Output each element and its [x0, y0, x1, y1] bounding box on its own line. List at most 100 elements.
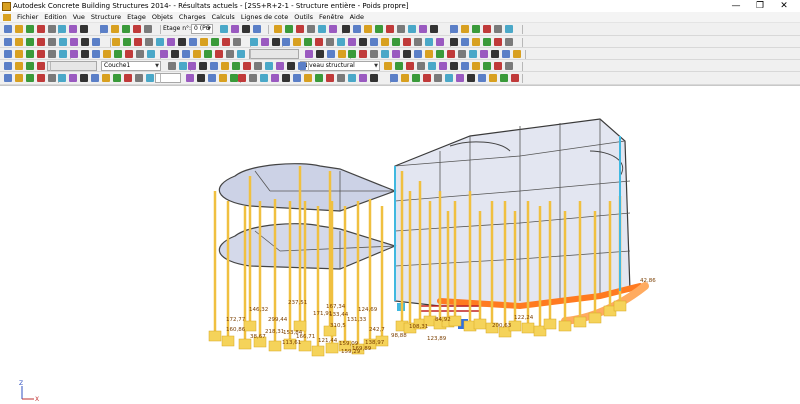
toolbar-tool-icon[interactable] — [112, 38, 120, 46]
toolbar-tool-icon[interactable] — [80, 74, 88, 82]
toolbar-tool-icon[interactable] — [316, 50, 324, 58]
toolbar-tool-icon[interactable] — [461, 38, 469, 46]
toolbar-tool-icon[interactable] — [37, 62, 45, 70]
toolbar-tool-icon[interactable] — [249, 74, 257, 82]
toolbar-tool-icon[interactable] — [271, 74, 279, 82]
toolbar-tool-icon[interactable] — [505, 62, 513, 70]
toolbar-tool-icon[interactable] — [215, 50, 223, 58]
toolbar-tool-icon[interactable] — [408, 25, 416, 33]
toolbar-tool-icon[interactable] — [502, 50, 510, 58]
toolbar-tool-icon[interactable] — [111, 25, 119, 33]
menu-calculs[interactable]: Calculs — [209, 13, 238, 21]
toolbar-tool-icon[interactable] — [315, 38, 323, 46]
toolbar-tool-icon[interactable] — [242, 25, 250, 33]
toolbar-tool-icon[interactable] — [186, 74, 194, 82]
level-selector[interactable]: Niveau structural ▼ — [300, 61, 380, 71]
toolbar-tool-icon[interactable] — [102, 74, 110, 82]
toolbar-tool-icon[interactable] — [160, 50, 168, 58]
toolbar-tool-icon[interactable] — [254, 62, 262, 70]
toolbar-tool-icon[interactable] — [370, 50, 378, 58]
toolbar-tool-icon[interactable] — [145, 38, 153, 46]
toolbar-tool-icon[interactable] — [425, 38, 433, 46]
toolbar-tool-icon[interactable] — [48, 50, 56, 58]
toolbar-tool-icon[interactable] — [136, 50, 144, 58]
toolbar-tool-icon[interactable] — [135, 74, 143, 82]
toolbar-tool-icon[interactable] — [69, 25, 77, 33]
toolbar-tool-icon[interactable] — [469, 50, 477, 58]
toolbar-tool-icon[interactable] — [304, 38, 312, 46]
toolbar-tool-icon[interactable] — [397, 25, 405, 33]
toolbar-tool-icon[interactable] — [414, 38, 422, 46]
footing[interactable] — [558, 320, 572, 332]
toolbar-tool-icon[interactable] — [48, 74, 56, 82]
toolbar-tool-icon[interactable] — [489, 74, 497, 82]
toolbar-tool-icon[interactable] — [37, 25, 45, 33]
toolbar-tool-icon[interactable] — [167, 38, 175, 46]
toolbar-tool-icon[interactable] — [232, 62, 240, 70]
toolbar-tool-icon[interactable] — [483, 25, 491, 33]
toolbar-tool-icon[interactable] — [238, 74, 246, 82]
toolbar-tool-icon[interactable] — [386, 25, 394, 33]
toolbar-tool-icon[interactable] — [326, 74, 334, 82]
menu-outils[interactable]: Outils — [291, 13, 316, 21]
toolbar-tool-icon[interactable] — [384, 62, 392, 70]
toolbar-tool-icon[interactable] — [293, 38, 301, 46]
toolbar-tool-icon[interactable] — [450, 25, 458, 33]
toolbar-tool-icon[interactable] — [327, 50, 335, 58]
footing[interactable] — [613, 300, 627, 312]
toolbar-tool-icon[interactable] — [189, 38, 197, 46]
toolbar-tool-icon[interactable] — [447, 50, 455, 58]
toolbar-tool-icon[interactable] — [513, 50, 521, 58]
toolbar-tool-icon[interactable] — [456, 74, 464, 82]
toolbar-tool-icon[interactable] — [124, 74, 132, 82]
toolbar-tool-icon[interactable] — [113, 74, 121, 82]
footing[interactable] — [473, 318, 487, 330]
toolbar-tool-icon[interactable] — [210, 62, 218, 70]
toolbar-tool-icon[interactable] — [445, 74, 453, 82]
toolbar-tool-icon[interactable] — [298, 62, 306, 70]
toolbar-tool-icon[interactable] — [348, 50, 356, 58]
toolbar-tool-icon[interactable] — [472, 62, 480, 70]
toolbar-tool-icon[interactable] — [147, 50, 155, 58]
toolbar-tool-icon[interactable] — [144, 25, 152, 33]
toolbar-tool-icon[interactable] — [282, 38, 290, 46]
toolbar-tool-icon[interactable] — [70, 38, 78, 46]
toolbar-tool-icon[interactable] — [15, 74, 23, 82]
toolbar-tool-icon[interactable] — [304, 74, 312, 82]
toolbar-tool-icon[interactable] — [494, 38, 502, 46]
toolbar-tool-icon[interactable] — [81, 38, 89, 46]
toolbar-tool-icon[interactable] — [220, 25, 228, 33]
toolbar-tool-icon[interactable] — [15, 50, 23, 58]
toolbar-tool-icon[interactable] — [381, 50, 389, 58]
toolbar-tool-icon[interactable] — [483, 38, 491, 46]
toolbar-tool-icon[interactable] — [318, 25, 326, 33]
restore-button[interactable]: ❐ — [748, 0, 772, 12]
menu-fenetre[interactable]: Fenêtre — [316, 13, 347, 21]
toolbar-tool-icon[interactable] — [412, 74, 420, 82]
menu-structure[interactable]: Structure — [88, 13, 124, 21]
toolbar-tool-icon[interactable] — [342, 25, 350, 33]
minimize-button[interactable]: — — [724, 0, 748, 12]
toolbar-tool-icon[interactable] — [472, 25, 480, 33]
footing[interactable] — [238, 338, 252, 350]
toolbar-tool-icon[interactable] — [428, 62, 436, 70]
toolbar-tool-icon[interactable] — [188, 62, 196, 70]
toolbar-tool-icon[interactable] — [58, 25, 66, 33]
toolbar-tool-icon[interactable] — [478, 74, 486, 82]
toolbar-tool-icon[interactable] — [37, 74, 45, 82]
toolbar-tool-icon[interactable] — [208, 74, 216, 82]
toolbar-tool-icon[interactable] — [359, 50, 367, 58]
toolbar-tool-icon[interactable] — [353, 25, 361, 33]
toolbar-tool-icon[interactable] — [329, 25, 337, 33]
toolbar-tool-icon[interactable] — [381, 38, 389, 46]
toolbar-tool-icon[interactable] — [505, 25, 513, 33]
toolbar-tool-icon[interactable] — [92, 50, 100, 58]
toolbar-tool-icon[interactable] — [417, 62, 425, 70]
footing[interactable] — [221, 335, 235, 347]
footing[interactable] — [448, 315, 462, 327]
toolbar-tool-icon[interactable] — [285, 25, 293, 33]
menu-etage[interactable]: Etage — [124, 13, 149, 21]
toolbar-tool-icon[interactable] — [296, 25, 304, 33]
toolbar-tool-icon[interactable] — [237, 50, 245, 58]
toolbar-tool-icon[interactable] — [222, 38, 230, 46]
